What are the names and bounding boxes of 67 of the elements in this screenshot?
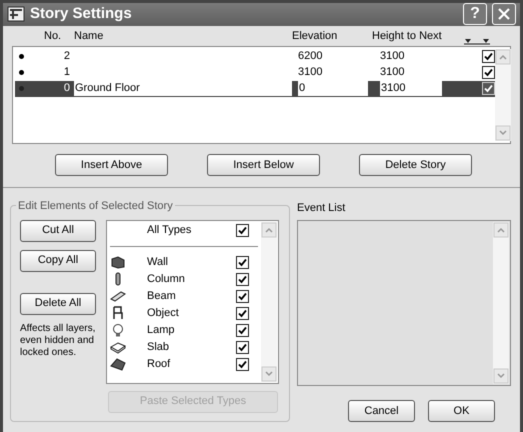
checkbox[interactable] bbox=[236, 272, 249, 286]
help-button[interactable]: ? bbox=[463, 3, 487, 26]
bullet-icon bbox=[19, 86, 24, 91]
elevation-value: 6200 bbox=[298, 49, 324, 64]
button[interactable]: Cut All bbox=[20, 220, 96, 242]
app-icon bbox=[7, 5, 25, 24]
type-label: Lamp bbox=[147, 322, 176, 338]
button[interactable]: Insert Below bbox=[207, 154, 320, 176]
checkbox[interactable] bbox=[236, 290, 249, 302]
story-number: 1 bbox=[62, 65, 71, 80]
scroll-up-icon[interactable] bbox=[493, 222, 509, 238]
type-label: Slab bbox=[147, 340, 170, 355]
scrollbar[interactable] bbox=[261, 222, 277, 382]
lamp-icon bbox=[110, 323, 126, 337]
scrollbar[interactable] bbox=[493, 222, 509, 384]
bullet-icon bbox=[19, 70, 24, 75]
window-title: Story Settings bbox=[30, 4, 133, 24]
column-header: Height to Next bbox=[372, 29, 443, 44]
button[interactable]: Delete All bbox=[20, 292, 96, 314]
type-label: Object bbox=[147, 306, 180, 321]
column-header: Elevation bbox=[292, 29, 338, 44]
story-row[interactable]: 0 Ground Floor 0 3100 bbox=[15, 80, 495, 96]
close-button[interactable] bbox=[492, 3, 516, 26]
height-value: 3100 bbox=[380, 65, 406, 80]
story-number: 2 bbox=[62, 49, 71, 64]
scrollbar[interactable] bbox=[495, 48, 511, 140]
type-label: Wall bbox=[147, 254, 169, 270]
scroll-down-icon[interactable] bbox=[495, 124, 511, 140]
note-text: Affects all layers, even hidden and locked ones. bbox=[20, 322, 96, 358]
story-row[interactable]: 2 6200 3100 bbox=[15, 48, 495, 64]
button[interactable]: Cancel bbox=[348, 400, 415, 422]
type-label: Beam bbox=[147, 288, 177, 304]
height-field[interactable]: 3100 bbox=[380, 81, 442, 96]
column-header: Name bbox=[74, 29, 104, 44]
scroll-up-icon[interactable] bbox=[261, 222, 277, 238]
filter-arrows-icon bbox=[464, 36, 490, 44]
height-value: 3100 bbox=[380, 49, 406, 64]
type-label: All Types bbox=[147, 223, 192, 238]
checkbox[interactable] bbox=[236, 340, 249, 354]
checkbox[interactable] bbox=[236, 256, 249, 268]
slab-icon bbox=[110, 340, 126, 354]
button[interactable]: Insert Above bbox=[55, 154, 168, 176]
checkbox[interactable] bbox=[482, 66, 495, 79]
elevation-field[interactable]: 0 bbox=[298, 81, 368, 96]
button[interactable]: Copy All bbox=[20, 250, 96, 272]
type-label: Roof bbox=[147, 356, 172, 372]
scroll-down-icon[interactable] bbox=[493, 368, 509, 384]
scroll-down-icon[interactable] bbox=[261, 366, 277, 382]
button[interactable]: OK bbox=[428, 400, 495, 422]
wall-icon bbox=[110, 255, 126, 269]
button[interactable]: Delete Story bbox=[359, 154, 472, 176]
elevation-value: 3100 bbox=[298, 65, 324, 80]
checkbox[interactable] bbox=[236, 224, 249, 237]
story-row[interactable]: 1 3100 3100 bbox=[15, 64, 495, 80]
name-field[interactable]: Ground Floor bbox=[74, 81, 292, 96]
checkbox[interactable] bbox=[236, 324, 249, 336]
event-list-label: Event List bbox=[297, 200, 346, 216]
story-number: 0 bbox=[62, 81, 71, 96]
beam-icon bbox=[110, 289, 126, 303]
checkbox[interactable] bbox=[236, 306, 249, 320]
checkbox[interactable] bbox=[482, 50, 495, 63]
roof-icon bbox=[110, 357, 126, 371]
close-icon bbox=[497, 7, 511, 22]
checkbox[interactable] bbox=[236, 358, 249, 370]
bullet-icon bbox=[19, 54, 24, 59]
type-label: Column bbox=[147, 272, 186, 287]
column-header: No. bbox=[44, 29, 62, 44]
